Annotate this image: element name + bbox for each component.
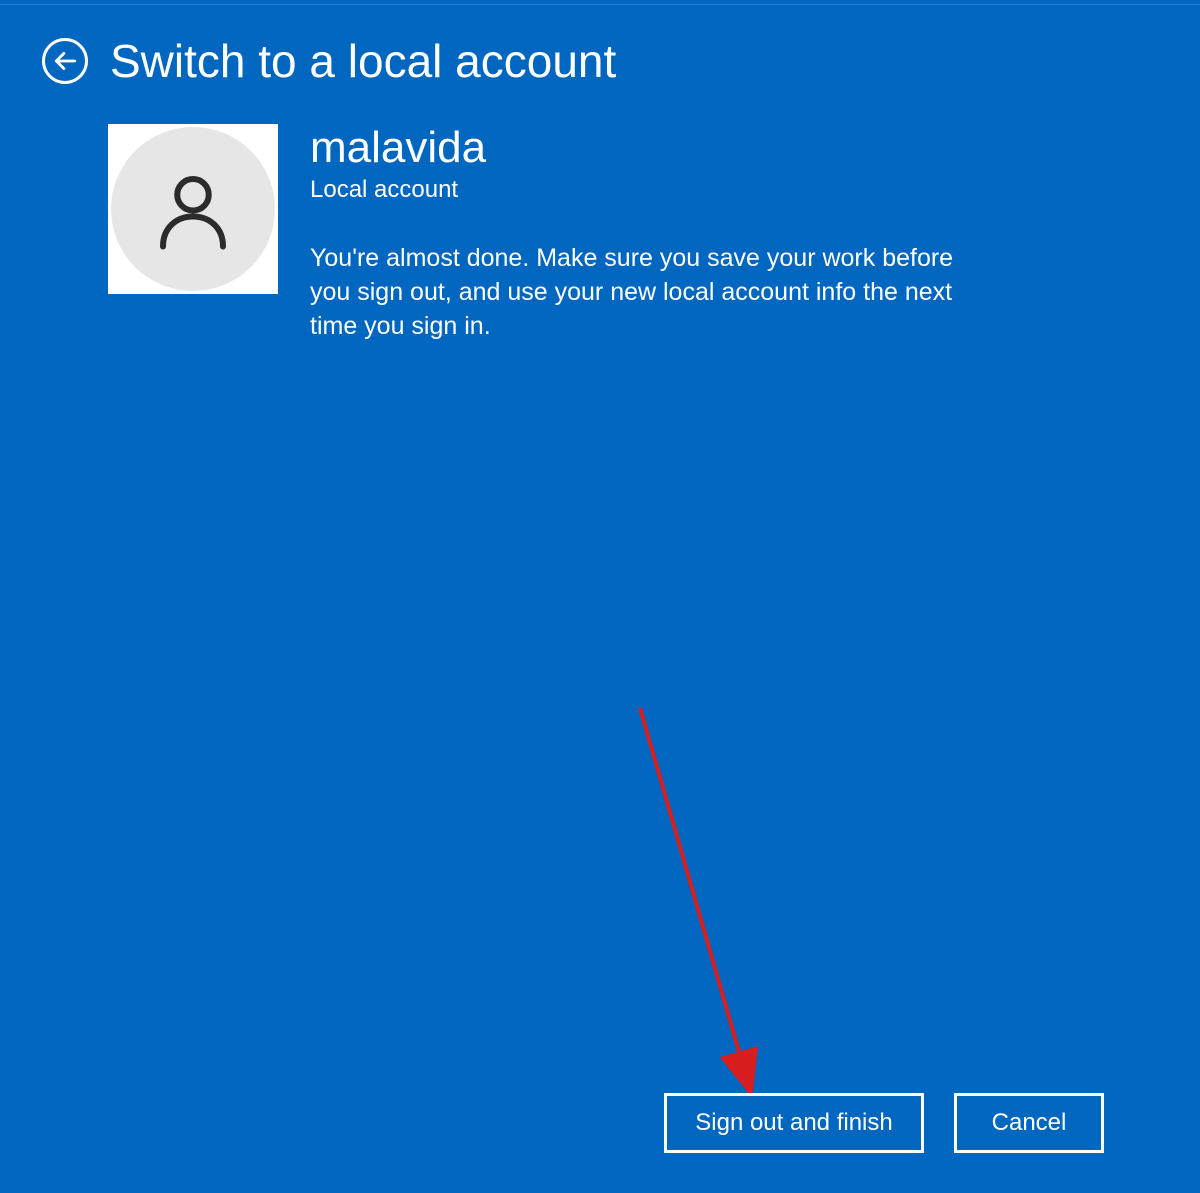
content: malavida Local account You're almost don… (0, 88, 1200, 344)
account-name: malavida (310, 124, 998, 172)
account-description: You're almost done. Make sure you save y… (310, 242, 998, 343)
page-title: Switch to a local account (110, 34, 616, 88)
account-info: malavida Local account You're almost don… (278, 124, 998, 344)
button-row: Sign out and finish Cancel (664, 1093, 1104, 1153)
sign-out-and-finish-button[interactable]: Sign out and finish (664, 1093, 924, 1153)
header: Switch to a local account (0, 0, 1200, 88)
back-button[interactable] (42, 38, 88, 84)
top-divider (0, 4, 1200, 5)
avatar-circle (111, 127, 275, 291)
account-type: Local account (310, 176, 998, 204)
user-icon (148, 164, 238, 254)
annotation-arrow-icon (620, 700, 820, 1120)
avatar (108, 124, 278, 294)
arrow-left-icon (52, 48, 78, 74)
cancel-button[interactable]: Cancel (954, 1093, 1104, 1153)
